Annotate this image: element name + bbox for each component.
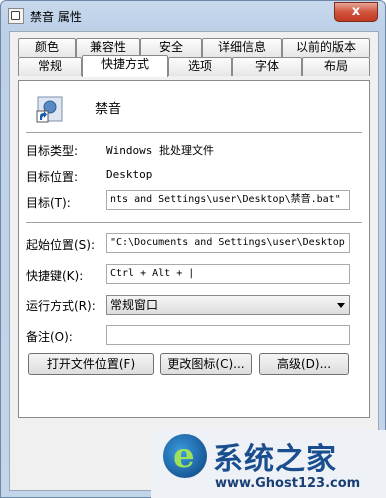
tab-previous-versions[interactable]: 以前的版本 [282,38,370,57]
window-icon [8,8,24,24]
target-location-value: Desktop [106,168,153,181]
tab-general[interactable]: 常规 [18,57,82,76]
window-title: 禁音 属性 [30,10,82,24]
divider [26,132,362,133]
shortcut-name: 禁音 [95,102,122,117]
watermark-url: www.Ghost123.com [215,476,361,491]
tab-shortcut[interactable]: 快捷方式 [82,55,168,77]
dialog-client: 颜色 兼容性 安全 详细信息 以前的版本 常规 快捷方式 选项 字体 布局 禁音… [9,31,379,491]
open-file-location-button[interactable]: 打开文件位置(F) [28,353,154,375]
tab-details[interactable]: 详细信息 [202,38,282,57]
watermark: 系统之家 www.Ghost123.com [151,430,386,498]
comment-input[interactable] [106,325,350,345]
logo-icon [163,434,207,478]
close-button[interactable]: x [334,2,378,22]
run-label: 运行方式(R): [26,299,96,313]
target-type-label: 目标类型: [26,144,79,158]
tab-colors[interactable]: 颜色 [18,38,76,57]
start-in-input[interactable]: "C:\Documents and Settings\user\Desktop [106,233,350,253]
shortcut-key-label: 快捷键(K): [26,269,84,283]
start-in-label: 起始位置(S): [26,238,96,252]
properties-window: 禁音 属性 x 颜色 兼容性 安全 详细信息 以前的版本 常规 快捷方式 选项 … [0,0,386,498]
target-input[interactable]: nts and Settings\user\Desktop\禁音.bat" [106,190,350,210]
target-label: 目标(T): [26,196,71,210]
tab-font[interactable]: 字体 [232,57,302,76]
run-select-value: 常规窗口 [110,298,159,312]
title-bar[interactable]: 禁音 属性 x [1,1,385,31]
comment-label: 备注(O): [26,330,73,344]
shortcut-key-input[interactable]: Ctrl + Alt + | [106,264,350,284]
chevron-down-icon [337,303,345,308]
target-location-label: 目标位置: [26,170,79,184]
change-icon-button[interactable]: 更改图标(C)... [160,353,252,375]
tab-layout[interactable]: 布局 [302,57,370,76]
advanced-button[interactable]: 高级(D)... [259,353,349,375]
run-select[interactable]: 常规窗口 [106,295,350,315]
tab-options[interactable]: 选项 [168,57,232,76]
divider [26,222,362,223]
target-type-value: Windows 批处理文件 [106,144,214,157]
watermark-title: 系统之家 [213,442,337,477]
batch-file-icon [36,96,63,123]
